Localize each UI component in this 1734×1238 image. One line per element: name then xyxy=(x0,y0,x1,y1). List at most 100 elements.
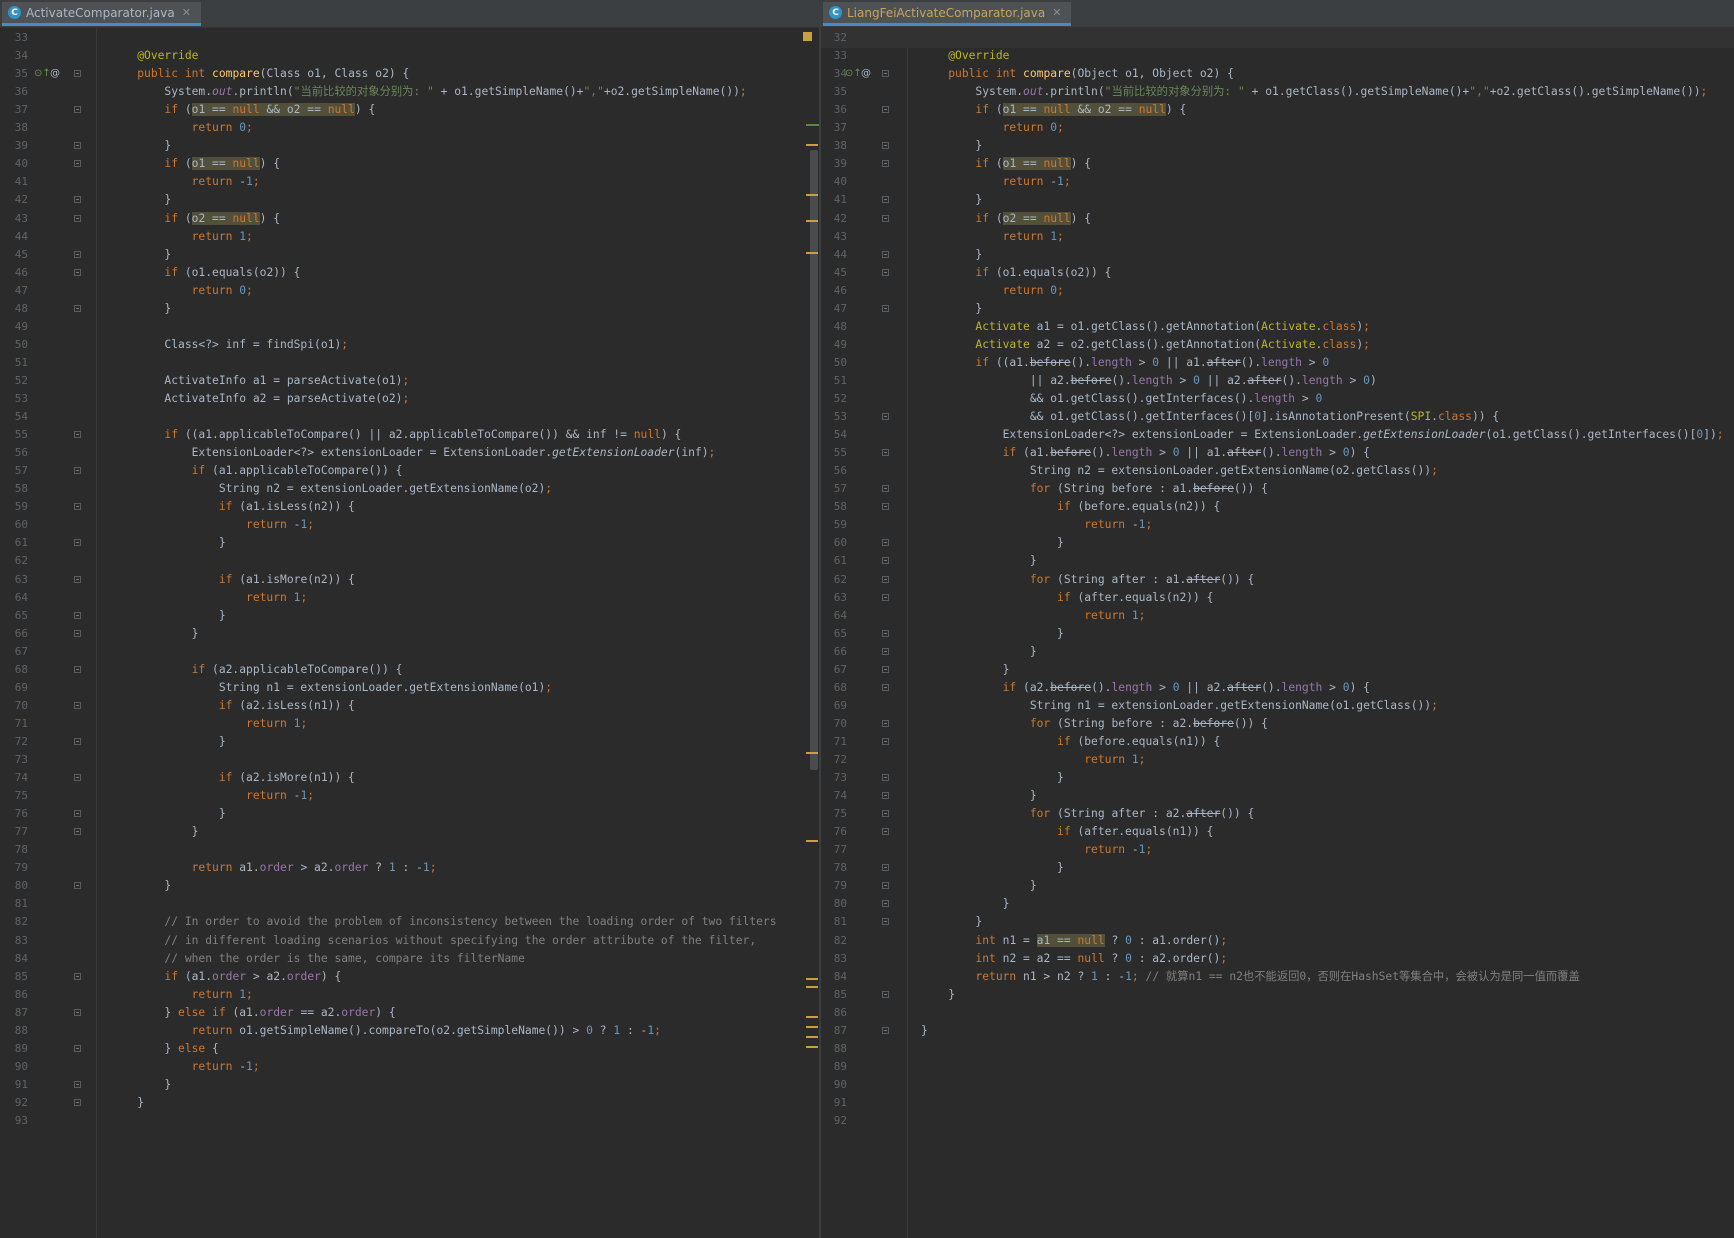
code-text[interactable]: return 1; xyxy=(110,985,253,1005)
line-number[interactable]: 48 xyxy=(821,317,847,337)
line-number[interactable]: 41 xyxy=(821,190,847,210)
code-text[interactable]: // In order to avoid the problem of inco… xyxy=(110,912,776,932)
line-number[interactable]: 52 xyxy=(0,371,28,391)
code-line[interactable]: 61 } xyxy=(0,533,820,553)
code-text[interactable]: } xyxy=(110,1075,171,1095)
code-line[interactable]: 35 System.out.println("当前比较的对象分别为: " + o… xyxy=(821,82,1734,102)
warning-marker[interactable] xyxy=(806,1016,818,1018)
code-text[interactable]: if (o1.equals(o2)) { xyxy=(110,263,300,283)
line-number[interactable]: 88 xyxy=(0,1021,28,1041)
code-text[interactable]: ActivateInfo a2 = parseActivate(o2); xyxy=(110,389,409,409)
line-number[interactable]: 52 xyxy=(821,389,847,409)
fold-marker-icon[interactable] xyxy=(882,665,889,673)
code-text[interactable]: } xyxy=(921,245,982,265)
code-text[interactable]: } xyxy=(110,606,226,626)
line-number[interactable]: 85 xyxy=(821,985,847,1005)
fold-marker-icon[interactable] xyxy=(74,774,81,782)
scrollbar-thumb-left[interactable] xyxy=(810,150,818,770)
fold-marker-icon[interactable] xyxy=(74,737,81,745)
code-text[interactable]: } xyxy=(921,876,1037,896)
fold-marker-icon[interactable] xyxy=(74,196,81,204)
line-number[interactable]: 63 xyxy=(821,588,847,608)
line-number[interactable]: 37 xyxy=(0,100,28,120)
line-number[interactable]: 75 xyxy=(821,804,847,824)
line-number[interactable]: 93 xyxy=(0,1111,28,1131)
code-line[interactable]: 52 ActivateInfo a1 = parseActivate(o1); xyxy=(0,371,820,391)
fold-marker-icon[interactable] xyxy=(74,160,81,168)
line-number[interactable]: 41 xyxy=(0,172,28,192)
editor-tab-activate-comparator[interactable]: C ActivateComparator.java ✕ xyxy=(2,2,201,26)
code-line[interactable]: 46 return 0; xyxy=(821,281,1734,301)
code-text[interactable]: if (a1.before().length > 0 || a1.after()… xyxy=(921,443,1370,463)
code-line[interactable]: 91 } xyxy=(0,1075,820,1095)
code-line[interactable]: 78 } xyxy=(821,858,1734,878)
code-text[interactable]: int n2 = a2 == null ? 0 : a2.order(); xyxy=(921,949,1227,969)
code-text[interactable]: return 0; xyxy=(110,118,253,138)
fold-marker-icon[interactable] xyxy=(882,485,889,493)
code-text[interactable]: if (a1.order > a2.order) { xyxy=(110,967,341,987)
code-text[interactable]: if (before.equals(n2)) { xyxy=(921,497,1220,517)
code-line[interactable]: 37 if (o1 == null && o2 == null) { xyxy=(0,100,820,120)
code-line[interactable]: 88 xyxy=(821,1039,1734,1059)
code-line[interactable]: 40 if (o1 == null) { xyxy=(0,154,820,174)
code-line[interactable]: 54 ExtensionLoader<?> extensionLoader = … xyxy=(821,425,1734,445)
code-line[interactable]: 79 } xyxy=(821,876,1734,896)
code-line[interactable]: 89 } else { xyxy=(0,1039,820,1059)
line-number[interactable]: 86 xyxy=(0,985,28,1005)
line-number[interactable]: 39 xyxy=(821,154,847,174)
code-line[interactable]: 34 @Override xyxy=(0,46,820,66)
fold-marker-icon[interactable] xyxy=(882,142,889,150)
code-text[interactable]: } xyxy=(921,299,982,319)
code-text[interactable]: if (a2.applicableToCompare()) { xyxy=(110,660,403,680)
code-text[interactable]: ExtensionLoader<?> extensionLoader = Ext… xyxy=(921,425,1724,445)
code-line[interactable]: 42 } xyxy=(0,190,820,210)
fold-marker-icon[interactable] xyxy=(882,106,889,114)
line-number[interactable]: 81 xyxy=(0,894,28,914)
line-number[interactable]: 36 xyxy=(0,82,28,102)
line-number[interactable]: 61 xyxy=(0,533,28,553)
code-line[interactable]: 43 if (o2 == null) { xyxy=(0,209,820,229)
code-line[interactable]: 65 } xyxy=(0,606,820,626)
code-line[interactable]: 66 } xyxy=(0,624,820,644)
code-line[interactable]: 72 } xyxy=(0,732,820,752)
code-line[interactable]: 93 xyxy=(0,1111,820,1131)
code-line[interactable]: 76 if (after.equals(n1)) { xyxy=(821,822,1734,842)
code-line[interactable]: 53 ActivateInfo a2 = parseActivate(o2); xyxy=(0,389,820,409)
code-text[interactable]: if (o1 == null && o2 == null) { xyxy=(110,100,375,120)
fold-marker-icon[interactable] xyxy=(882,683,889,691)
code-line[interactable]: 48 } xyxy=(0,299,820,319)
fold-marker-icon[interactable] xyxy=(882,575,889,583)
annotation-gutter-icon[interactable]: @ xyxy=(50,64,60,84)
code-line[interactable]: 50 Class<?> inf = findSpi(o1); xyxy=(0,335,820,355)
line-number[interactable]: 57 xyxy=(821,479,847,499)
code-line[interactable]: 39 if (o1 == null) { xyxy=(821,154,1734,174)
code-line[interactable]: 79 return a1.order > a2.order ? 1 : -1; xyxy=(0,858,820,878)
line-number[interactable]: 77 xyxy=(0,822,28,842)
fold-marker-icon[interactable] xyxy=(74,828,81,836)
line-number[interactable]: 59 xyxy=(821,515,847,535)
code-line[interactable]: 69 String n1 = extensionLoader.getExtens… xyxy=(0,678,820,698)
line-number[interactable]: 56 xyxy=(821,461,847,481)
code-text[interactable]: if (a2.isLess(n1)) { xyxy=(110,696,355,716)
line-number[interactable]: 48 xyxy=(0,299,28,319)
fold-marker-icon[interactable] xyxy=(882,900,889,908)
line-number[interactable]: 47 xyxy=(0,281,28,301)
line-number[interactable]: 38 xyxy=(0,118,28,138)
code-line[interactable]: 63 if (after.equals(n2)) { xyxy=(821,588,1734,608)
warning-marker[interactable] xyxy=(806,220,818,222)
fold-marker-icon[interactable] xyxy=(882,774,889,782)
code-text[interactable]: // in different loading scenarios withou… xyxy=(110,931,756,951)
code-line[interactable]: 92 xyxy=(821,1111,1734,1131)
code-line[interactable]: 51 xyxy=(0,353,820,373)
line-number[interactable]: 36 xyxy=(821,100,847,120)
code-text[interactable]: if (after.equals(n2)) { xyxy=(921,588,1213,608)
code-text[interactable]: } xyxy=(110,624,199,644)
fold-marker-icon[interactable] xyxy=(74,467,81,475)
code-line[interactable]: 73 xyxy=(0,750,820,770)
code-line[interactable]: 90 return -1; xyxy=(0,1057,820,1077)
code-text[interactable]: } else if (a1.order == a2.order) { xyxy=(110,1003,395,1023)
editor-pane-left[interactable]: C ActivateComparator.java ✕ 33 34 @Overri… xyxy=(0,0,820,1238)
code-text[interactable]: if (o2 == null) { xyxy=(110,209,280,229)
line-number[interactable]: 49 xyxy=(821,335,847,355)
code-line[interactable]: 77 return -1; xyxy=(821,840,1734,860)
